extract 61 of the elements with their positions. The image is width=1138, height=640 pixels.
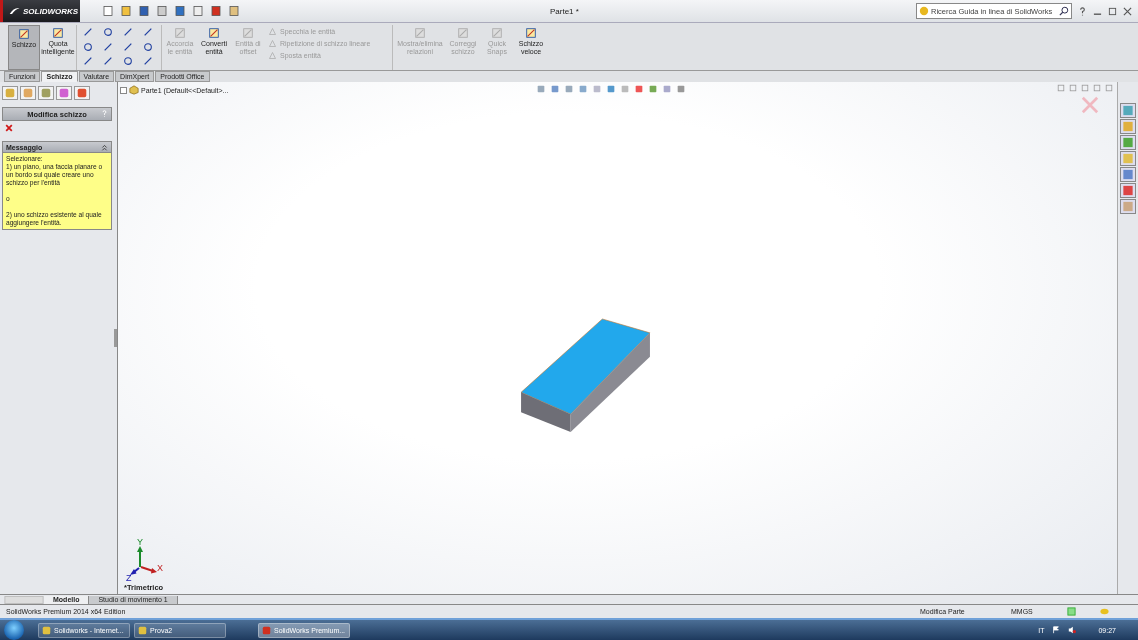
z-axis-arrow xyxy=(130,567,140,575)
expand-icon[interactable] xyxy=(120,86,127,94)
app-icon xyxy=(138,625,147,635)
task-pane-tab-icon[interactable] xyxy=(1120,151,1136,166)
sketch-tool-icon xyxy=(491,27,503,39)
sketch-tool-icon[interactable] xyxy=(83,41,93,52)
panel-tab-icon[interactable] xyxy=(2,86,18,100)
toolbar-icon[interactable] xyxy=(120,5,132,17)
task-pane-tab-icon[interactable] xyxy=(1120,199,1136,214)
sketch-tool-icon[interactable] xyxy=(103,41,113,52)
toolbar-icon[interactable] xyxy=(102,5,114,17)
sketch-tool-icon xyxy=(525,27,537,39)
task-pane-tab-icon[interactable] xyxy=(1120,103,1136,118)
sketch-tool-icon xyxy=(174,27,186,39)
sketch-tool-icon xyxy=(414,27,426,39)
cancel-icon[interactable] xyxy=(5,124,13,132)
sketch-tool-icon[interactable] xyxy=(103,56,113,67)
toolbar-icon[interactable] xyxy=(192,5,204,17)
start-button[interactable] xyxy=(4,620,24,640)
sketch-tool-icon xyxy=(457,27,469,39)
axis-label: Y xyxy=(137,537,143,547)
panel-tab-icon[interactable] xyxy=(20,86,36,100)
axis-label: Z xyxy=(126,573,132,581)
app-icon xyxy=(42,625,51,635)
collapse-icon[interactable] xyxy=(101,143,108,151)
window-title: Parte1 * xyxy=(550,6,579,16)
panel-tab-icon[interactable] xyxy=(38,86,54,100)
toolbar-icon[interactable] xyxy=(174,5,186,17)
sketch-tool-icon xyxy=(208,27,220,39)
sketch-tool-icon[interactable] xyxy=(143,41,153,52)
toolbar-icon[interactable] xyxy=(210,5,222,17)
ds-logo-icon xyxy=(9,6,21,16)
x-axis-arrow xyxy=(140,566,157,574)
toolbar-icon[interactable] xyxy=(138,5,150,17)
axis-label: X xyxy=(157,563,163,573)
sketch-tool-icon[interactable] xyxy=(123,41,133,52)
panel-tab-icon[interactable] xyxy=(74,86,90,100)
task-pane-tab-icon[interactable] xyxy=(1120,135,1136,150)
logo-text: SOLIDWORKS xyxy=(23,6,79,16)
sketch-tool-icon[interactable] xyxy=(123,56,133,67)
close-icon[interactable] xyxy=(1123,6,1132,16)
panel-tab-icon[interactable] xyxy=(56,86,72,100)
task-pane-tab-icon[interactable] xyxy=(1120,119,1136,134)
speaker-icon[interactable] xyxy=(1068,626,1077,634)
search-icon xyxy=(1059,6,1069,16)
sketch-tool-icon xyxy=(18,28,30,40)
flag-icon[interactable] xyxy=(1052,626,1061,634)
sketch-tool-icon[interactable] xyxy=(143,56,153,67)
sketch-tool-icon xyxy=(52,27,64,39)
sketch-tool-icon xyxy=(242,27,254,39)
toolbar-icon[interactable] xyxy=(156,5,168,17)
task-pane-tab-icon[interactable] xyxy=(1120,167,1136,182)
task-pane-tab-icon[interactable] xyxy=(1120,183,1136,198)
sketch-tool-icon[interactable] xyxy=(83,56,93,67)
maximize-icon[interactable] xyxy=(1108,6,1117,16)
solidworks-logo[interactable]: SOLIDWORKS xyxy=(0,0,80,22)
part-icon xyxy=(129,85,139,95)
app-icon xyxy=(262,625,271,635)
splitter-handle[interactable] xyxy=(114,329,117,347)
toolbar-icon[interactable] xyxy=(228,5,240,17)
y-axis-arrow xyxy=(137,546,143,568)
